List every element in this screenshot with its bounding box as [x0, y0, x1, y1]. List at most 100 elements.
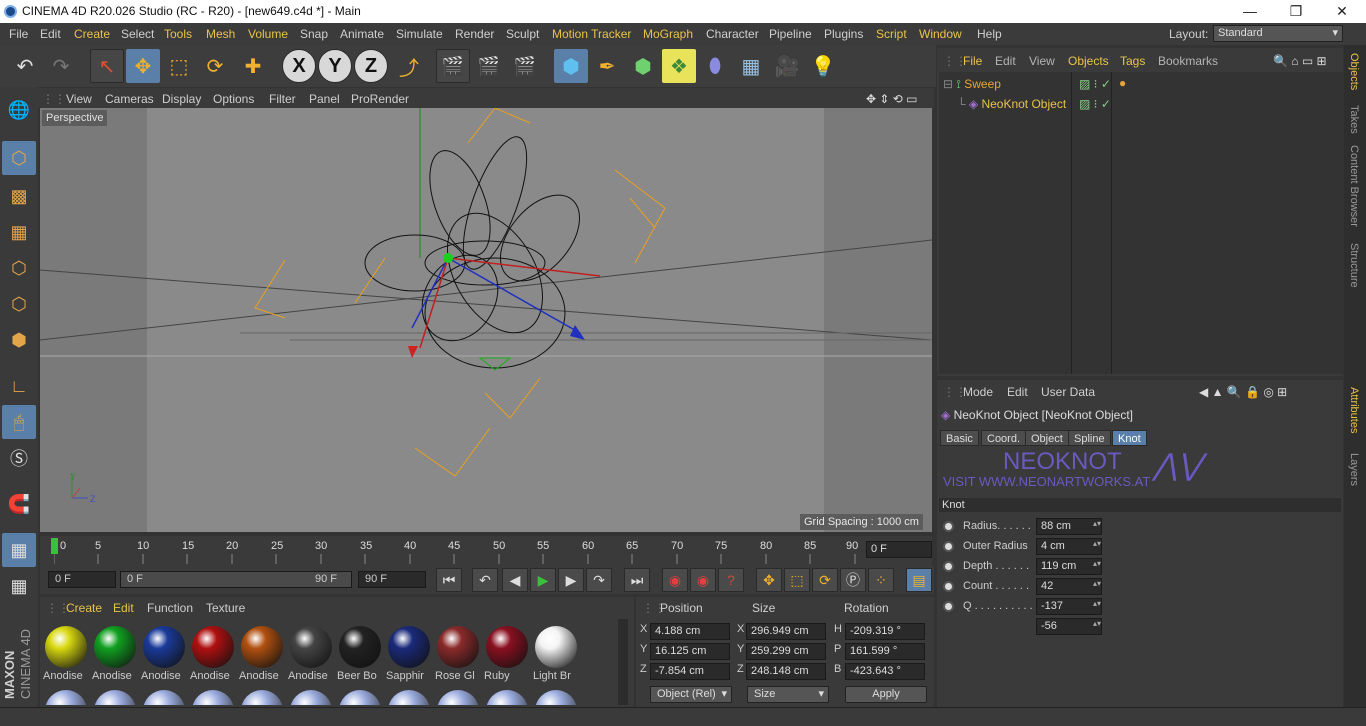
animate-radio[interactable]: [943, 601, 954, 612]
keyframe-selection-button[interactable]: ?: [718, 568, 744, 592]
animate-radio[interactable]: [943, 521, 954, 532]
play-button[interactable]: ▶: [530, 568, 556, 592]
material-swatch-row2[interactable]: [484, 689, 530, 705]
range-slider[interactable]: 0 F 90 F: [120, 571, 352, 588]
rotation-field[interactable]: -209.319 °: [845, 623, 925, 640]
material-menu-edit[interactable]: Edit: [113, 601, 134, 615]
menu-motion-tracker[interactable]: Motion Tracker: [552, 27, 631, 41]
camera-button[interactable]: 🎥: [770, 49, 804, 83]
attribute-menu-edit[interactable]: Edit: [1007, 385, 1028, 399]
object-row-neoknot[interactable]: └ ◈ NeoKnot Object: [957, 97, 1066, 111]
previous-frame-button[interactable]: ◀: [502, 568, 528, 592]
menu-file[interactable]: File: [9, 27, 28, 41]
position-field[interactable]: 4.188 cm: [650, 623, 730, 640]
planar-workplane-button[interactable]: ▦: [2, 569, 36, 603]
go-to-start-button[interactable]: ⏮: [436, 568, 462, 592]
3d-viewport[interactable]: Y Z: [40, 108, 932, 532]
rotation-field[interactable]: -423.643 °: [845, 663, 925, 680]
material-swatch-row2[interactable]: [92, 689, 138, 705]
object-menu-view[interactable]: View: [1029, 54, 1055, 68]
select-tool-button[interactable]: ↖: [90, 49, 124, 83]
viewport-menu-prorender[interactable]: ProRender: [351, 92, 409, 106]
material-scrollbar[interactable]: [618, 619, 628, 705]
animate-radio[interactable]: [943, 541, 954, 552]
menu-help[interactable]: Help: [977, 27, 1002, 41]
material-swatch-row2[interactable]: [386, 689, 432, 705]
material-swatch[interactable]: Anodise: [141, 625, 187, 682]
start-frame-field[interactable]: 0 F: [48, 571, 116, 588]
add-tool-button[interactable]: ✚: [236, 49, 270, 83]
menu-animate[interactable]: Animate: [340, 27, 384, 41]
workplane-button[interactable]: ▦: [2, 215, 36, 249]
size-field[interactable]: 296.949 cm: [746, 623, 826, 640]
points-mode-button[interactable]: ⬡: [2, 251, 36, 285]
key-parameter-button[interactable]: Ⓟ: [840, 568, 866, 592]
material-swatch[interactable]: Ruby: [484, 625, 530, 682]
material-swatch[interactable]: Beer Bo: [337, 625, 383, 682]
menu-mesh[interactable]: Mesh: [206, 27, 235, 41]
spinner-arrows-icon[interactable]: ▴▾: [1093, 619, 1101, 628]
menu-tools[interactable]: Tools: [164, 27, 192, 41]
timeline-ruler[interactable]: 0 5 10 15 20 25 30 35 40 45 50 55 60 65 …: [40, 536, 932, 566]
end-frame-field[interactable]: 90 F: [358, 571, 426, 588]
next-frame-button[interactable]: ▶: [558, 568, 584, 592]
material-swatch[interactable]: Rose Gl: [435, 625, 481, 682]
render-settings-button[interactable]: 🎬: [508, 49, 542, 83]
tab-knot[interactable]: Knot: [1112, 430, 1147, 446]
solo-mode-button[interactable]: Ⓢ: [2, 441, 36, 475]
key-rotation-button[interactable]: ⟳: [812, 568, 838, 592]
menu-pipeline[interactable]: Pipeline: [769, 27, 812, 41]
go-to-end-button[interactable]: ⏭: [624, 568, 650, 592]
key-position-button[interactable]: ✥: [756, 568, 782, 592]
material-swatch-row2[interactable]: [190, 689, 236, 705]
close-button[interactable]: ✕: [1319, 0, 1365, 23]
menu-character[interactable]: Character: [706, 27, 759, 41]
material-swatch-row2[interactable]: [141, 689, 187, 705]
move-tool-button[interactable]: ✥: [126, 49, 160, 83]
animate-radio[interactable]: [943, 581, 954, 592]
menu-snap[interactable]: Snap: [300, 27, 328, 41]
tab-object[interactable]: Object: [1025, 430, 1069, 446]
material-menu-function[interactable]: Function: [147, 601, 193, 615]
tweak-mode-button[interactable]: 🖱: [2, 405, 36, 439]
spinner-arrows-icon[interactable]: ▴▾: [1093, 579, 1101, 588]
object-menu-tags[interactable]: Tags: [1120, 54, 1145, 68]
material-swatch[interactable]: Light Br: [533, 625, 579, 682]
dock-tab-structure[interactable]: Structure: [1348, 243, 1360, 288]
polygons-mode-button[interactable]: ⬢: [2, 323, 36, 357]
viewport-menu-view[interactable]: View: [66, 92, 92, 106]
material-menu-texture[interactable]: Texture: [206, 601, 245, 615]
viewport-menu-display[interactable]: Display: [162, 92, 201, 106]
viewport-menu-panel[interactable]: Panel: [309, 92, 340, 106]
pen-spline-button[interactable]: ✒: [590, 49, 624, 83]
current-frame-field[interactable]: 0 F: [866, 541, 932, 558]
cloner-button[interactable]: ❖: [662, 49, 696, 83]
object-toolbar-icons[interactable]: 🔍 ⌂ ▭ ⊞: [1273, 54, 1327, 68]
tab-spline[interactable]: Spline: [1068, 430, 1111, 446]
size-mode-select[interactable]: Size ▾: [747, 686, 829, 703]
y-axis-lock-button[interactable]: Y: [318, 49, 352, 83]
menu-volume[interactable]: Volume: [248, 27, 288, 41]
material-tag-icon[interactable]: ●: [1119, 76, 1126, 90]
object-menu-file[interactable]: File: [963, 54, 982, 68]
spinner-arrows-icon[interactable]: ▴▾: [1093, 539, 1101, 548]
visibility-toggles[interactable]: ▨ ⁝ ✓: [1079, 97, 1111, 111]
floor-button[interactable]: ▦: [734, 49, 768, 83]
x-axis-lock-button[interactable]: X: [282, 49, 316, 83]
workplane-lock-button[interactable]: ▦: [2, 533, 36, 567]
spinner-arrows-icon[interactable]: ▴▾: [1093, 599, 1101, 608]
dock-tab-objects[interactable]: Objects: [1348, 53, 1360, 90]
render-view-button[interactable]: 🎬: [436, 49, 470, 83]
material-swatch[interactable]: Anodise: [239, 625, 285, 682]
rotation-field[interactable]: 161.599 °: [845, 643, 925, 660]
snap-button[interactable]: 🧲: [2, 487, 36, 521]
position-field[interactable]: 16.125 cm: [650, 643, 730, 660]
menu-sculpt[interactable]: Sculpt: [506, 27, 539, 41]
key-scale-button[interactable]: ⬚: [784, 568, 810, 592]
object-menu-bookmarks[interactable]: Bookmarks: [1158, 54, 1218, 68]
render-picture-viewer-button[interactable]: 🎬: [472, 49, 506, 83]
rotate-tool-button[interactable]: ⟳: [198, 49, 232, 83]
make-editable-button[interactable]: 🌐: [2, 93, 36, 127]
tab-coord[interactable]: Coord.: [981, 430, 1027, 446]
menu-script[interactable]: Script: [876, 27, 907, 41]
